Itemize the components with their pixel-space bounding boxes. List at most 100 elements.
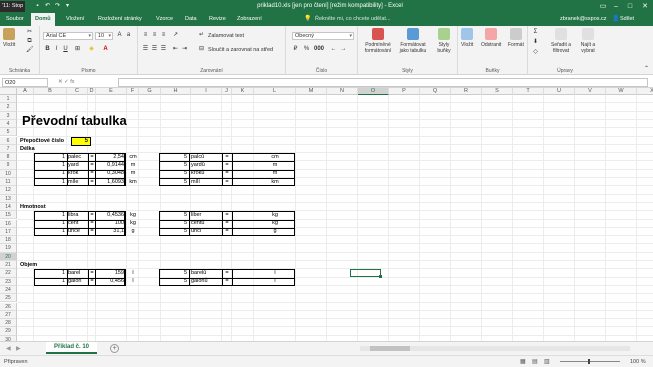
equals-cell[interactable]: = — [222, 179, 232, 186]
prev-sheet-icon[interactable]: ◀ — [6, 345, 11, 352]
row-header[interactable]: 19 — [0, 244, 17, 253]
unit-cell[interactable]: krok — [68, 170, 89, 177]
align-middle-icon[interactable]: ≡ — [151, 32, 158, 39]
qty-cell[interactable]: 1 — [34, 270, 65, 277]
unit-plural-cell[interactable]: galonů — [191, 278, 222, 285]
minimize-button[interactable]: – — [609, 0, 623, 13]
column-header[interactable]: A — [17, 88, 34, 95]
column-header[interactable]: V — [575, 88, 606, 95]
find-select-button[interactable]: Najít a vybrat — [576, 28, 600, 54]
row-header[interactable]: 1 — [0, 95, 17, 104]
row-header[interactable]: 18 — [0, 236, 17, 245]
delete-cells-button[interactable]: Odstranit — [481, 28, 501, 48]
unit-cell[interactable]: palec — [68, 154, 89, 161]
qty-cell[interactable]: 1 — [34, 162, 65, 169]
redo-icon[interactable]: ↷ — [54, 2, 61, 10]
column-header[interactable]: C — [67, 88, 88, 95]
result-unit-cell[interactable]: g — [254, 228, 296, 235]
value-unit-cell[interactable]: g — [127, 228, 139, 235]
unit-cell[interactable]: cent — [68, 220, 89, 227]
percent-icon[interactable]: % — [303, 46, 310, 53]
italic-icon[interactable]: I — [53, 46, 60, 53]
horizontal-scrollbar[interactable] — [360, 346, 630, 351]
column-header[interactable]: F — [127, 88, 139, 95]
column-header[interactable]: N — [327, 88, 358, 95]
equals-cell[interactable]: = — [88, 162, 96, 169]
value-cell[interactable]: 0,456 — [96, 278, 124, 285]
unit-plural-cell[interactable]: kroků — [191, 170, 222, 177]
result-unit-cell[interactable]: km — [254, 179, 296, 186]
row-header[interactable]: 26 — [0, 302, 17, 311]
format-cells-button[interactable]: Formát — [508, 28, 524, 48]
column-header[interactable]: W — [606, 88, 637, 95]
equals-cell[interactable]: = — [88, 179, 96, 186]
tab-review[interactable]: Revize — [205, 13, 230, 26]
equals-cell[interactable]: = — [88, 212, 96, 219]
qty-cell[interactable]: 1 — [34, 220, 65, 227]
unit-cell[interactable]: yard — [68, 162, 89, 169]
increase-decimal-icon[interactable]: ← — [330, 46, 337, 53]
equals-cell[interactable]: = — [222, 228, 232, 235]
equals-cell[interactable]: = — [88, 170, 96, 177]
count-cell[interactable]: 5 — [161, 220, 187, 227]
unit-cell[interactable]: barel — [68, 270, 89, 277]
unit-plural-cell[interactable]: barelů — [191, 270, 222, 277]
decrease-decimal-icon[interactable]: → — [340, 46, 347, 53]
row-header[interactable]: 25 — [0, 294, 17, 303]
result-unit-cell[interactable]: m — [254, 162, 296, 169]
input-value-cell[interactable]: 5 — [71, 137, 91, 146]
unit-cell[interactable]: míle — [68, 179, 89, 186]
zoom-knob[interactable] — [588, 359, 590, 364]
align-center-icon[interactable]: ☰ — [151, 46, 158, 53]
tell-me-search[interactable]: Řekněte mi, co chcete udělat... — [315, 13, 391, 26]
merge-center-button[interactable]: Sloučit a zarovnat na střed — [208, 46, 273, 54]
grow-font-icon[interactable]: A — [116, 32, 123, 39]
align-top-icon[interactable]: ≡ — [142, 32, 149, 39]
autosum-icon[interactable]: Σ — [532, 29, 539, 36]
count-cell[interactable]: 5 — [161, 212, 187, 219]
align-left-icon[interactable]: ☰ — [142, 46, 149, 53]
fill-icon[interactable]: ⬇ — [532, 39, 539, 46]
equals-cell[interactable]: = — [222, 170, 232, 177]
value-unit-cell[interactable]: m — [127, 170, 139, 177]
column-header[interactable]: P — [389, 88, 420, 95]
value-cell[interactable]: 0,4536 — [96, 212, 124, 219]
sort-filter-button[interactable]: Seřadit a filtrovat — [548, 28, 574, 54]
clear-icon[interactable]: ◇ — [532, 49, 539, 56]
unit-cell[interactable]: libra — [68, 212, 89, 219]
row-header[interactable]: 16 — [0, 219, 17, 228]
value-unit-cell[interactable]: l — [127, 270, 139, 277]
qty-cell[interactable]: 1 — [34, 278, 65, 285]
value-cell[interactable]: 100 — [96, 220, 124, 227]
currency-icon[interactable]: ₽ — [292, 46, 299, 53]
row-header[interactable]: 13 — [0, 194, 17, 203]
equals-cell[interactable]: = — [222, 154, 232, 161]
qty-cell[interactable]: 1 — [34, 228, 65, 235]
column-header[interactable]: G — [139, 88, 161, 95]
equals-cell[interactable]: = — [222, 270, 232, 277]
result-unit-cell[interactable]: l — [254, 278, 296, 285]
equals-cell[interactable]: = — [222, 162, 232, 169]
zoom-slider[interactable] — [560, 359, 620, 364]
value-unit-cell[interactable]: m — [127, 162, 139, 169]
result-unit-cell[interactable]: m — [254, 170, 296, 177]
column-header[interactable]: L — [254, 88, 296, 95]
bold-icon[interactable]: B — [44, 46, 51, 53]
collapse-ribbon-icon[interactable]: ⌃ — [643, 66, 650, 73]
borders-icon[interactable]: ⊞ — [74, 46, 81, 53]
equals-cell[interactable]: = — [222, 220, 232, 227]
row-header[interactable]: 11 — [0, 178, 17, 187]
value-cell[interactable]: 0,9144 — [96, 162, 124, 169]
sheet-tab[interactable]: Příklad č. 10 — [46, 342, 98, 354]
count-cell[interactable]: 5 — [161, 162, 187, 169]
row-header[interactable]: 24 — [0, 285, 17, 295]
tab-page-layout[interactable]: Rozložení stránky — [94, 13, 146, 26]
row-header[interactable]: 20 — [0, 252, 17, 261]
row-header[interactable]: 10 — [0, 169, 17, 178]
qty-cell[interactable]: 1 — [34, 154, 65, 161]
result-unit-cell[interactable]: cm — [254, 154, 296, 161]
ribbon-display-icon[interactable]: ▭ — [596, 0, 610, 13]
copy-icon[interactable]: ⧉ — [26, 38, 33, 45]
page-layout-view-icon[interactable]: ▤ — [532, 356, 538, 367]
shrink-font-icon[interactable]: a — [125, 32, 132, 39]
